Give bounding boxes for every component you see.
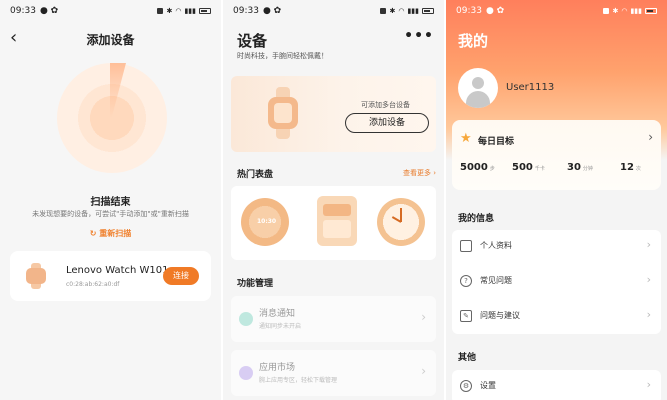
nfc-icon [157, 8, 164, 14]
signal-icon: ▮▮▮ [630, 7, 642, 15]
function-subtitle: 通知同步未开启 [259, 323, 302, 330]
scan-status: 扫描结束 [90, 197, 131, 208]
wifi-icon: ◠ [621, 7, 628, 15]
goal-title: 每日目标 [478, 137, 515, 147]
refresh-icon: ↻ [89, 229, 100, 238]
device-name: Lenovo Watch W101 [66, 265, 169, 276]
nfc-icon [603, 8, 610, 14]
watch-face-3[interactable] [377, 198, 425, 246]
function-title: 消息通知 [259, 309, 296, 319]
status-time: 09:33 [456, 6, 482, 16]
notification-icon: ● ✿ [262, 6, 282, 16]
status-bar: 09:33 ● ✿ ✱ ◠ ▮▮▮ [446, 0, 667, 22]
status-bar: 09:33 ● ✿ ✱ ◠ ▮▮▮ [0, 0, 221, 22]
function-item-app-market[interactable]: 应用市场 腕上应用专区，轻松下载管理 › [231, 350, 436, 396]
battery-icon [422, 8, 434, 14]
menu-label: 设置 [480, 381, 496, 390]
scan-hint: 未发现想要的设备，可尝试"手动添加"或"重新扫描 [32, 210, 189, 218]
see-more-link[interactable]: 查看更多 › [403, 168, 436, 178]
watch-faces-card: 10:30 [231, 186, 436, 260]
menu-label: 个人资料 [480, 241, 512, 250]
menu-label: 问题与建议 [480, 311, 520, 320]
bluetooth-icon: ✱ [166, 7, 173, 15]
page-subtitle: 时尚科技，手腕间轻松佩戴！ [237, 52, 328, 60]
devices-screen: 09:33 ● ✿ ✱ ◠ ▮▮▮ 设备 ••• 时尚科技，手腕间轻松佩戴！ 可… [223, 0, 444, 400]
bluetooth-icon: ✱ [389, 7, 396, 15]
id-card-icon [460, 240, 472, 252]
status-time: 09:33 [233, 6, 259, 16]
daily-goal-card[interactable]: ★ 每日目标 › 5000 步 500 千卡 30 分钟 12 次 [452, 120, 661, 190]
profile-screen: 09:33 ● ✿ ✱ ◠ ▮▮▮ 我的 User1113 ★ 每日目标 › 5… [446, 0, 667, 400]
chevron-right-icon: › [646, 378, 651, 391]
question-icon: ? [460, 275, 472, 287]
section-title-watch-faces: 热门表盘 [237, 170, 274, 180]
bluetooth-icon: ✱ [612, 7, 619, 15]
page-title: 添加设备 [86, 33, 135, 47]
chevron-right-icon: › [421, 364, 426, 378]
wifi-icon: ◠ [175, 7, 182, 15]
menu-item-feedback[interactable]: ✎ 问题与建议 › [452, 300, 661, 334]
chevron-right-icon: › [646, 308, 651, 321]
more-dots-icon[interactable]: ••• [404, 28, 434, 44]
menu-item-settings[interactable]: ⚙ 设置 › [452, 370, 661, 400]
rescan-link[interactable]: ↻ 重新扫描 [0, 228, 221, 239]
status-time: 09:33 [10, 6, 36, 16]
status-icons: ✱ ◠ ▮▮▮ [380, 7, 434, 15]
banner-hint: 可添加多台设备 [361, 101, 410, 109]
notification-bell-icon [239, 312, 253, 326]
watch-icon [268, 87, 298, 139]
nfc-icon [380, 8, 387, 14]
watch-face-time: 10:30 [257, 218, 277, 225]
goal-calories: 500 千卡 [512, 162, 545, 173]
connect-button[interactable]: 连接 [163, 267, 199, 285]
add-device-banner: 可添加多台设备 添加设备 [231, 76, 436, 152]
signal-icon: ▮▮▮ [407, 7, 419, 15]
star-icon: ★ [460, 131, 472, 146]
status-bar: 09:33 ● ✿ ✱ ◠ ▮▮▮ [223, 0, 444, 22]
notification-icon: ● ✿ [485, 6, 505, 16]
menu-label: 常见问题 [480, 276, 512, 285]
section-title-other: 其他 [458, 353, 477, 363]
watch-face-1[interactable]: 10:30 [241, 198, 289, 246]
status-icons: ✱ ◠ ▮▮▮ [157, 7, 211, 15]
section-title-functions: 功能管理 [237, 279, 274, 289]
function-item-notifications[interactable]: 消息通知 通知同步未开启 › [231, 296, 436, 342]
rescan-label: 重新扫描 [99, 229, 132, 238]
gear-icon: ⚙ [460, 380, 472, 392]
notification-icon: ● ✿ [39, 6, 59, 16]
watch-face-2[interactable] [317, 196, 357, 246]
menu-item-faq[interactable]: ? 常见问题 › [452, 265, 661, 299]
goal-steps: 5000 步 [460, 162, 495, 173]
function-title: 应用市场 [259, 363, 296, 373]
device-list-item[interactable]: Lenovo Watch W101 c0:28:ab:62:a0:df 连接 [10, 251, 211, 301]
chevron-right-icon: › [421, 310, 426, 324]
add-device-button[interactable]: 添加设备 [345, 113, 429, 133]
device-mac: c0:28:ab:62:a0:df [66, 281, 120, 288]
battery-icon [199, 8, 211, 14]
chevron-right-icon: › [646, 273, 651, 286]
app-store-icon [239, 366, 253, 380]
goal-minutes: 30 分钟 [567, 162, 593, 173]
wifi-icon: ◠ [398, 7, 405, 15]
other-menu: ⚙ 设置 › [452, 370, 661, 400]
section-title-my-info: 我的信息 [458, 214, 495, 224]
status-icons: ✱ ◠ ▮▮▮ [603, 7, 657, 15]
chevron-right-icon: › [648, 130, 653, 144]
avatar[interactable] [458, 68, 498, 108]
scan-screen: 09:33 ● ✿ ✱ ◠ ▮▮▮ ‹ 添加设备 扫描结束 未发现想要的设备，可… [0, 0, 221, 400]
edit-icon: ✎ [460, 310, 472, 322]
goal-times: 12 次 [620, 162, 641, 173]
page-title: 我的 [458, 32, 489, 50]
function-subtitle: 腕上应用专区，轻松下载管理 [259, 377, 338, 384]
see-more-label: 查看更多 [402, 169, 431, 177]
page-title: 设备 [237, 32, 268, 50]
my-info-menu: 个人资料 › ? 常见问题 › ✎ 问题与建议 › [452, 230, 661, 334]
watch-icon [26, 263, 46, 289]
battery-icon [645, 8, 657, 14]
chevron-right-icon: › [646, 238, 651, 251]
menu-item-profile[interactable]: 个人资料 › [452, 230, 661, 264]
username[interactable]: User1113 [506, 82, 554, 93]
signal-icon: ▮▮▮ [184, 7, 196, 15]
